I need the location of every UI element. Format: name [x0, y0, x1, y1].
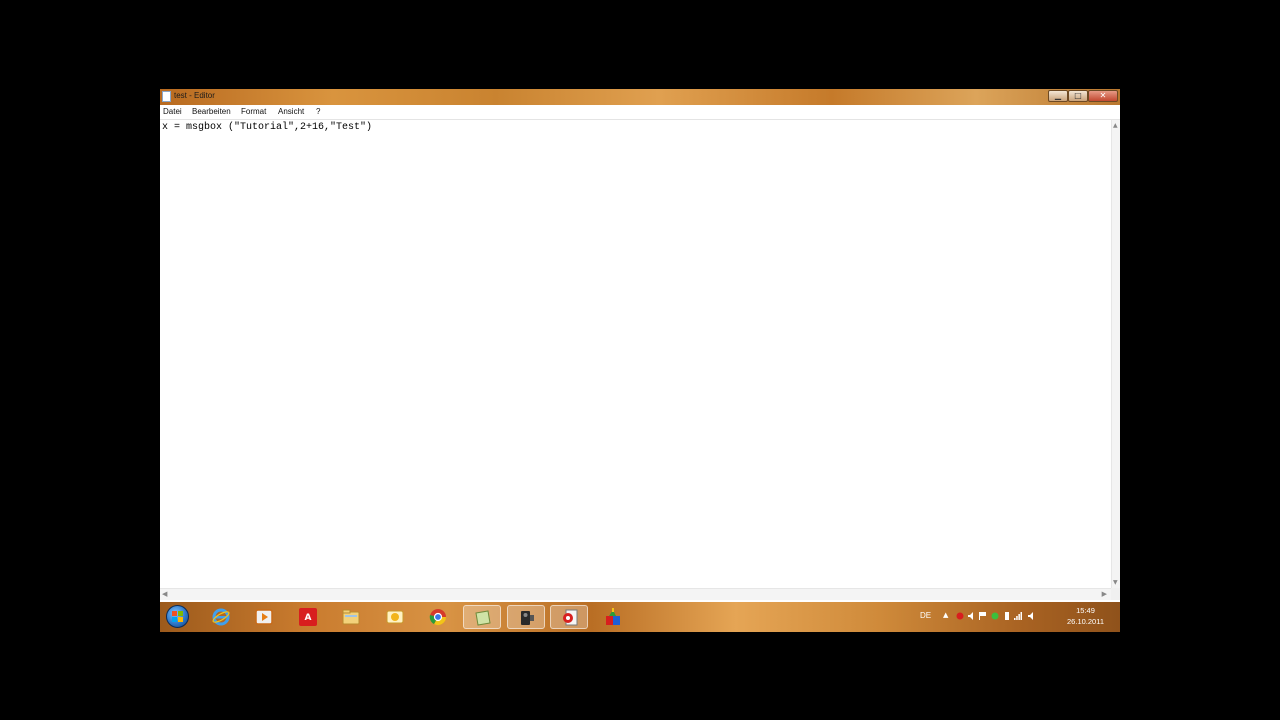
menu-ansicht[interactable]: Ansicht — [278, 107, 304, 116]
taskbar-avira[interactable]: A — [289, 605, 327, 629]
window-title: test - Editor — [174, 91, 215, 100]
scroll-right-icon[interactable]: ▶ — [1102, 590, 1107, 598]
scrollbar-corner — [1111, 588, 1120, 600]
menu-help[interactable]: ? — [316, 107, 320, 116]
windows-flag-icon — [172, 611, 183, 622]
system-tray: DE ▲ 15:49 26.10.2011 — [910, 602, 1120, 632]
network-signal-icon[interactable] — [1014, 612, 1022, 620]
taskbar-messenger[interactable] — [376, 605, 414, 629]
close-button[interactable]: ✕ — [1088, 90, 1118, 102]
taskbar-internet-explorer[interactable] — [202, 605, 240, 629]
camera-icon — [521, 611, 534, 625]
speaker-tray-icon[interactable] — [968, 612, 976, 620]
taskbar-media-player[interactable] — [245, 605, 283, 629]
taskbar-file-explorer[interactable] — [332, 605, 370, 629]
file-explorer-icon — [342, 609, 360, 625]
flag-tray-icon[interactable] — [979, 612, 987, 620]
menu-datei[interactable]: Datei — [163, 107, 182, 116]
editor-app-icon — [563, 609, 578, 626]
antivirus-tray-icon[interactable] — [956, 612, 964, 620]
chrome-icon — [429, 609, 447, 626]
taskbar: A DE ▲ 15:49 26.10.2011 — [160, 602, 1120, 632]
volume-icon[interactable] — [1027, 612, 1035, 620]
notepad-icon — [162, 91, 171, 102]
vertical-scrollbar[interactable]: ▲ ▼ — [1111, 120, 1120, 588]
clock-date: 26.10.2011 — [1067, 617, 1104, 626]
taskbar-paint-app[interactable] — [594, 605, 632, 629]
clock[interactable]: 15:49 26.10.2011 — [1067, 605, 1104, 627]
taskbar-notepad-folder[interactable] — [463, 605, 501, 629]
svg-text:A: A — [305, 613, 312, 623]
show-hidden-icons-icon[interactable]: ▲ — [943, 611, 951, 619]
maximize-button[interactable]: □ — [1068, 90, 1088, 102]
start-button[interactable] — [163, 604, 191, 630]
text-editor-area[interactable]: x = msgbox ("Tutorial",2+16,"Test") — [160, 120, 1111, 588]
menu-format[interactable]: Format — [241, 107, 266, 116]
language-indicator[interactable]: DE — [920, 611, 931, 620]
taskbar-camera[interactable] — [507, 605, 545, 629]
messenger-icon — [386, 610, 404, 624]
taskbar-editor-app[interactable] — [550, 605, 588, 629]
editor-content[interactable]: x = msgbox ("Tutorial",2+16,"Test") — [162, 122, 372, 133]
paint-app-icon — [606, 608, 620, 625]
internet-explorer-icon — [212, 608, 230, 626]
clock-time: 15:49 — [1076, 606, 1095, 615]
notepad-window: test - Editor ▁ □ ✕ Datei Bearbeiten For… — [160, 89, 1120, 632]
scroll-down-icon[interactable]: ▼ — [1113, 579, 1118, 586]
scroll-up-icon[interactable]: ▲ — [1113, 122, 1118, 129]
avira-icon: A — [299, 608, 317, 626]
menu-bearbeiten[interactable]: Bearbeiten — [192, 107, 231, 116]
notepad-folder-icon — [475, 610, 491, 626]
scroll-left-icon[interactable]: ◀ — [162, 590, 167, 598]
taskbar-chrome[interactable] — [419, 605, 457, 629]
horizontal-scrollbar[interactable]: ◀ ▶ — [160, 588, 1111, 600]
title-bar[interactable]: test - Editor ▁ □ ✕ — [160, 89, 1120, 105]
minimize-button[interactable]: ▁ — [1048, 90, 1068, 102]
update-tray-icon[interactable] — [991, 612, 999, 620]
usb-tray-icon[interactable] — [1003, 612, 1011, 620]
menu-bar: Datei Bearbeiten Format Ansicht ? — [160, 105, 1120, 120]
media-player-icon — [255, 609, 273, 625]
